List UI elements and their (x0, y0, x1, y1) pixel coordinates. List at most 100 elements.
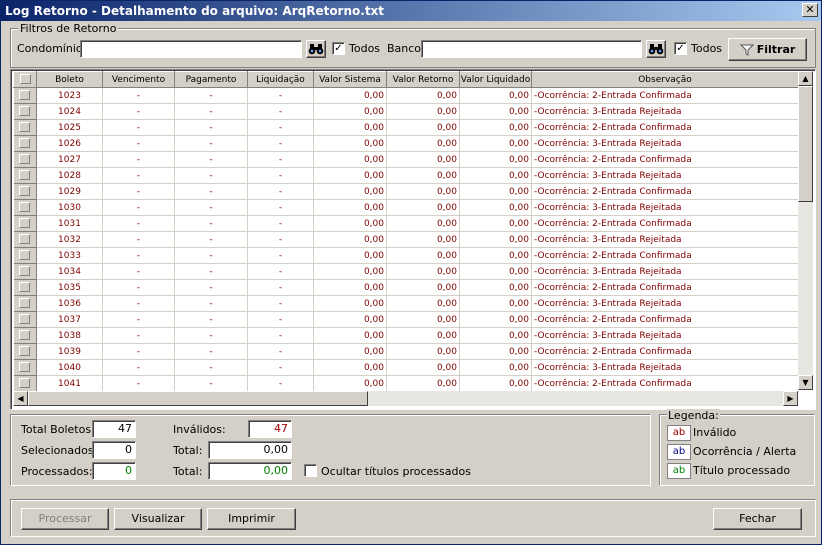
row-select-cell[interactable] (13, 199, 37, 216)
table-cell: - (102, 311, 175, 328)
table-cell: - (102, 103, 175, 120)
row-select-cell[interactable] (13, 279, 37, 296)
table-row[interactable]: 1040- - -0,00 0,00 0,00 -Ocorrência: 3-Entrad… (13, 359, 799, 376)
row-checkbox[interactable] (19, 330, 31, 341)
log-retorno-window: Log Retorno - Detalhamento do arquivo: A… (0, 0, 822, 545)
column-header[interactable]: Valor Sistema (313, 71, 387, 88)
row-checkbox[interactable] (19, 154, 31, 165)
vertical-scroll-thumb[interactable] (798, 86, 813, 202)
table-row[interactable]: 1031- - -0,00 0,00 0,00 -Ocorrência: 2-Entrad… (13, 215, 799, 232)
table-row[interactable]: 1041- - -0,00 0,00 0,00 -Ocorrência: 2-Entrad… (13, 375, 799, 392)
table-cell: 0,00 (313, 215, 387, 232)
row-select-cell[interactable] (13, 135, 37, 152)
column-header[interactable]: Vencimento (102, 71, 175, 88)
row-select-cell[interactable] (13, 119, 37, 136)
table-cell: - (247, 183, 314, 200)
select-all-header[interactable] (13, 71, 37, 88)
row-select-cell[interactable] (13, 103, 37, 120)
row-checkbox[interactable] (19, 218, 31, 229)
row-checkbox[interactable] (19, 202, 31, 213)
scroll-down-icon[interactable]: ▼ (798, 375, 813, 390)
horizontal-scrollbar[interactable]: ◀ ▶ (13, 391, 798, 406)
row-checkbox[interactable] (19, 138, 31, 149)
column-header[interactable]: Liquidação (247, 71, 314, 88)
table-cell: -Ocorrência: 2-Entrada Confirmada (531, 375, 799, 392)
table-row[interactable]: 1034- - -0,00 0,00 0,00 -Ocorrência: 3-Entrad… (13, 263, 799, 280)
row-checkbox[interactable] (19, 282, 31, 293)
table-row[interactable]: 1037- - -0,00 0,00 0,00 -Ocorrência: 2-Entrad… (13, 311, 799, 328)
row-select-cell[interactable] (13, 295, 37, 312)
todos-banco-checkbox[interactable]: ✓ (674, 42, 687, 55)
fechar-button[interactable]: Fechar (713, 508, 802, 530)
horizontal-scroll-thumb[interactable] (28, 391, 368, 406)
banco-search-button[interactable] (646, 40, 666, 58)
column-header[interactable]: Valor Liquidado (459, 71, 532, 88)
table-cell: 0,00 (313, 167, 387, 184)
table-row[interactable]: 1039- - -0,00 0,00 0,00 -Ocorrência: 2-Entrad… (13, 343, 799, 360)
close-icon[interactable]: ✕ (802, 3, 818, 17)
row-select-cell[interactable] (13, 327, 37, 344)
table-row[interactable]: 1035- - -0,00 0,00 0,00 -Ocorrência: 2-Entrad… (13, 279, 799, 296)
table-row[interactable]: 1030- - -0,00 0,00 0,00 -Ocorrência: 3-Entrad… (13, 199, 799, 216)
row-select-cell[interactable] (13, 167, 37, 184)
table-row[interactable]: 1027- - -0,00 0,00 0,00 -Ocorrência: 2-Entrad… (13, 151, 799, 168)
row-select-cell[interactable] (13, 87, 37, 104)
row-select-cell[interactable] (13, 343, 37, 360)
column-header[interactable]: Boleto (36, 71, 103, 88)
row-checkbox[interactable] (19, 106, 31, 117)
row-select-cell[interactable] (13, 263, 37, 280)
table-row[interactable]: 1033- - -0,00 0,00 0,00 -Ocorrência: 2-Entrad… (13, 247, 799, 264)
row-select-cell[interactable] (13, 247, 37, 264)
row-checkbox[interactable] (19, 346, 31, 357)
row-checkbox[interactable] (19, 298, 31, 309)
table-row[interactable]: 1024- - -0,00 0,00 0,00 -Ocorrência: 3-Entrad… (13, 103, 799, 120)
column-header[interactable]: Valor Retorno (386, 71, 460, 88)
row-checkbox[interactable] (19, 90, 31, 101)
table-row[interactable]: 1026- - -0,00 0,00 0,00 -Ocorrência: 3-Entrad… (13, 135, 799, 152)
todos-condominio-checkbox[interactable]: ✓ (332, 42, 345, 55)
table-row[interactable]: 1032- - -0,00 0,00 0,00 -Ocorrência: 3-Entrad… (13, 231, 799, 248)
table-row[interactable]: 1023- - -0,00 0,00 0,00 -Ocorrência: 2-Entrad… (13, 87, 799, 104)
table-cell: - (174, 167, 248, 184)
column-header[interactable]: Pagamento (174, 71, 248, 88)
table-cell: 0,00 (386, 135, 460, 152)
row-checkbox[interactable] (19, 170, 31, 181)
row-checkbox[interactable] (19, 186, 31, 197)
table-row[interactable]: 1028- - -0,00 0,00 0,00 -Ocorrência: 3-Entrad… (13, 167, 799, 184)
select-all-checkbox[interactable] (19, 74, 31, 85)
column-header[interactable]: Observação (531, 71, 799, 88)
table-cell: 1028 (36, 167, 103, 184)
row-checkbox[interactable] (19, 378, 31, 389)
row-checkbox[interactable] (19, 266, 31, 277)
condominio-input[interactable] (80, 40, 302, 58)
table-row[interactable]: 1029- - -0,00 0,00 0,00 -Ocorrência: 2-Entrad… (13, 183, 799, 200)
row-select-cell[interactable] (13, 311, 37, 328)
vertical-scrollbar[interactable]: ▲ ▼ (798, 71, 813, 390)
processar-button[interactable]: Processar (21, 508, 109, 530)
scroll-up-icon[interactable]: ▲ (798, 71, 813, 86)
banco-input[interactable] (421, 40, 642, 58)
row-checkbox[interactable] (19, 362, 31, 373)
visualizar-button[interactable]: Visualizar (114, 508, 202, 530)
row-select-cell[interactable] (13, 151, 37, 168)
table-row[interactable]: 1036- - -0,00 0,00 0,00 -Ocorrência: 3-Entrad… (13, 295, 799, 312)
scroll-right-icon[interactable]: ▶ (783, 391, 798, 406)
table-cell: 0,00 (386, 311, 460, 328)
condominio-search-button[interactable] (306, 40, 326, 58)
row-checkbox[interactable] (19, 250, 31, 261)
row-select-cell[interactable] (13, 359, 37, 376)
table-row[interactable]: 1038- - -0,00 0,00 0,00 -Ocorrência: 3-Entrad… (13, 327, 799, 344)
boletos-grid[interactable]: Boleto Vencimento Pagamento Liquidação V… (10, 69, 816, 410)
row-checkbox[interactable] (19, 234, 31, 245)
scroll-left-icon[interactable]: ◀ (13, 391, 28, 406)
row-checkbox[interactable] (19, 314, 31, 325)
row-select-cell[interactable] (13, 231, 37, 248)
filtrar-button[interactable]: Filtrar (728, 38, 807, 61)
imprimir-button[interactable]: Imprimir (207, 508, 296, 530)
row-select-cell[interactable] (13, 183, 37, 200)
ocultar-processados-checkbox[interactable] (304, 464, 317, 477)
row-select-cell[interactable] (13, 375, 37, 392)
row-select-cell[interactable] (13, 215, 37, 232)
table-row[interactable]: 1025- - -0,00 0,00 0,00 -Ocorrência: 2-Entrad… (13, 119, 799, 136)
row-checkbox[interactable] (19, 122, 31, 133)
